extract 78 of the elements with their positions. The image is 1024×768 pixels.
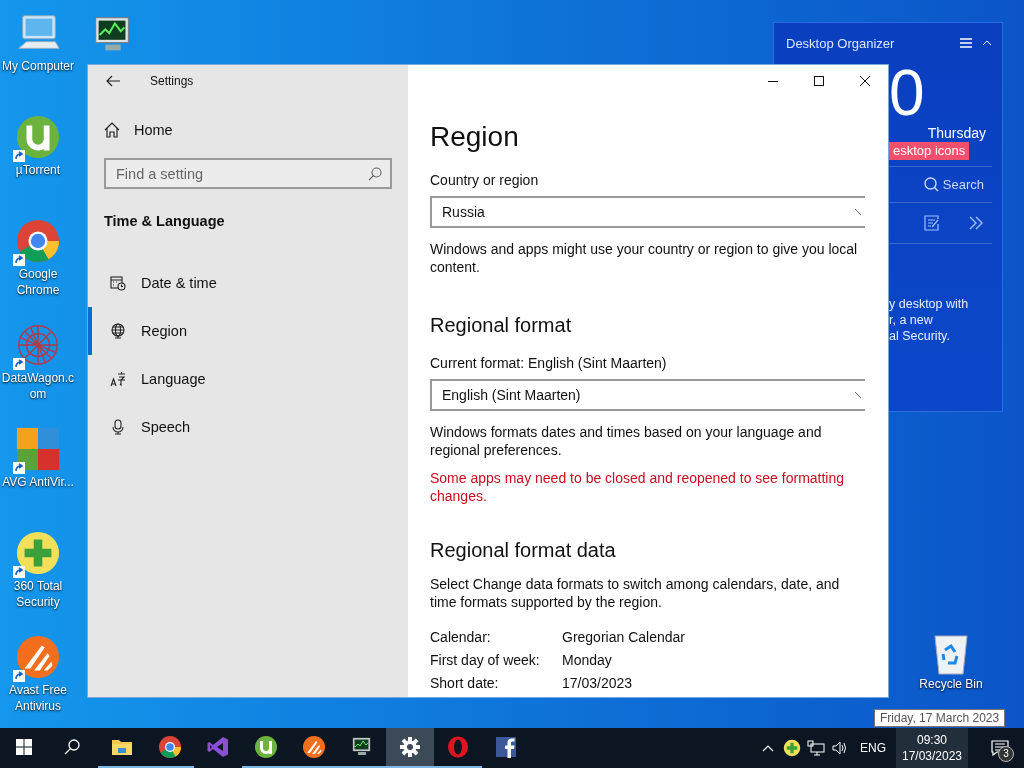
nav-item[interactable]: Speech: [88, 403, 408, 451]
panel-text-line: r, a new: [889, 312, 934, 328]
torrent-icon: [15, 114, 61, 160]
weekday-label: Thursday: [927, 125, 986, 141]
calendar-clock-icon: [110, 275, 126, 291]
search-link[interactable]: Search: [923, 177, 984, 192]
format-value: 17/03/2023: [562, 674, 634, 691]
note-icon[interactable]: [924, 215, 940, 231]
facebook-icon: [494, 735, 518, 759]
speaker-icon[interactable]: [832, 741, 848, 755]
minimize-icon: [768, 80, 778, 82]
description-text: Windows formats dates and times based on your language and regional preferences.: [430, 423, 823, 459]
section-heading: Time & Language: [104, 213, 226, 229]
recycle-bin-icon: [931, 632, 971, 676]
format-label: First day of week:: [430, 651, 541, 668]
close-icon: [860, 76, 870, 86]
message-icon: [991, 740, 1009, 756]
warning-text: Some apps may need to be closed and reopened to see formatting changes.: [430, 469, 846, 505]
field-label: Current format: English (Sint Maarten): [430, 354, 668, 373]
tiles-icon: [15, 426, 61, 472]
swoosh-icon: [302, 735, 326, 759]
format-value: Monday: [562, 651, 613, 668]
caret-up-icon[interactable]: [762, 744, 774, 752]
browser-icon: [158, 735, 182, 759]
maximize-icon: [814, 76, 824, 86]
tag-label: esktop icons: [889, 142, 970, 160]
plus-icon: [15, 530, 61, 576]
search-icon: [923, 177, 939, 192]
format-label: Calendar:: [430, 628, 492, 645]
settings-icon: [398, 735, 422, 759]
ribbon-icon: [206, 735, 230, 759]
format-value: Gregorian Calendar: [562, 628, 686, 645]
country-dropdown[interactable]: Russia: [430, 196, 865, 228]
search-icon: [64, 739, 80, 755]
date-tooltip: Friday, 17 March 2023: [874, 709, 1006, 727]
swoosh-icon: [15, 634, 61, 680]
back-button[interactable]: [104, 73, 122, 89]
taskbar-button[interactable]: [386, 728, 434, 768]
chevron-down-icon: [855, 209, 861, 215]
chevron-down-icon: [855, 392, 861, 398]
globe-icon: [110, 323, 126, 339]
clock-digit: 0: [889, 61, 926, 125]
panel-text-line: y desktop with: [889, 296, 970, 312]
plus-icon: [783, 739, 801, 757]
description-text: Select Change data formats to switch among calendars, date, and time formats supported by the region.: [430, 575, 841, 611]
language-icon: [110, 371, 126, 387]
search-icon: [368, 167, 382, 181]
language-indicator[interactable]: ENG: [852, 741, 896, 755]
clock-button[interactable]: 09:30 17/03/2023: [896, 728, 968, 768]
panel-text-line: al Security.: [889, 328, 951, 344]
opera-icon: [446, 735, 470, 759]
double-chevron-icon[interactable]: [968, 215, 984, 231]
nav-item[interactable]: Language: [88, 355, 408, 403]
back-arrow-icon: [106, 75, 120, 87]
field-label: Country or region: [430, 171, 540, 190]
home-link[interactable]: Home: [104, 122, 408, 138]
notification-button[interactable]: 3: [976, 728, 1024, 768]
format-label: Short date:: [430, 674, 500, 691]
notification-badge: 3: [998, 746, 1014, 762]
caret-up-icon[interactable]: [982, 40, 992, 46]
desktop-icon-label[interactable]: Recycle Bin: [913, 676, 989, 692]
microphone-icon: [110, 419, 126, 435]
page-title: Region: [430, 121, 520, 153]
torrent-icon: [254, 735, 278, 759]
search-field[interactable]: Find a setting: [104, 158, 392, 189]
network-icon[interactable]: [807, 740, 825, 756]
menu-icon[interactable]: [960, 38, 972, 48]
mesh-icon: [15, 322, 61, 368]
section-heading: Regional format data: [430, 539, 617, 562]
description-text: Windows and apps might use your country or region to give you local content.: [430, 240, 859, 276]
window-title: Settings: [150, 74, 194, 88]
format-dropdown[interactable]: English (Sint Maarten): [430, 379, 865, 411]
section-heading: Regional format: [430, 314, 573, 337]
home-icon: [104, 122, 120, 138]
windows-logo-icon: [16, 739, 32, 755]
nav-item[interactable]: Date & time: [88, 259, 408, 307]
panel-title: Desktop Organizer: [786, 35, 896, 51]
browser-icon: [15, 218, 61, 264]
